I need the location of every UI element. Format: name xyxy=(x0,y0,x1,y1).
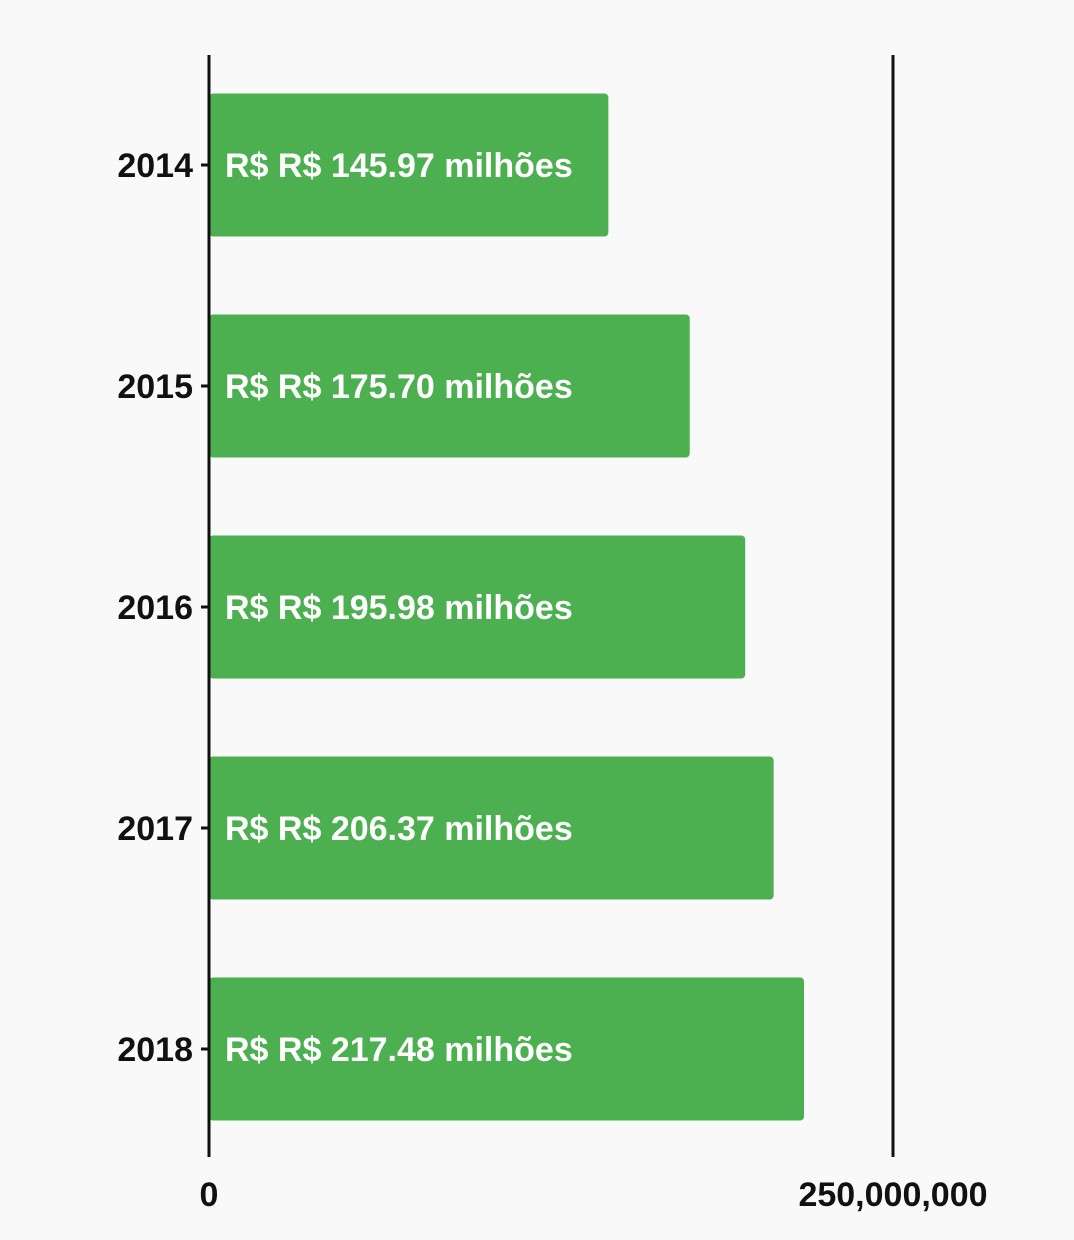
bars: R$ R$ 145.97 milhões R$ R$ 175.70 milhões… xyxy=(209,93,805,1121)
category-label-2014: 2014 xyxy=(117,147,193,185)
category-label-2017: 2017 xyxy=(117,810,193,848)
x-axis-ticks: 0 250,000,000 xyxy=(200,1176,988,1214)
bar-value-label: R$ R$ 217.48 milhões xyxy=(225,1031,573,1069)
category-label-2015: 2015 xyxy=(117,368,193,406)
bar-value-label: R$ R$ 195.98 milhões xyxy=(225,589,573,627)
bar-value-label: R$ R$ 206.37 milhões xyxy=(225,810,573,848)
category-label-2016: 2016 xyxy=(117,589,193,627)
bar-chart: R$ R$ 145.97 milhões R$ R$ 175.70 milhões… xyxy=(117,55,988,1214)
category-label-2018: 2018 xyxy=(117,1031,193,1069)
y-axis-ticks: 2014 2015 2016 2017 2018 xyxy=(117,147,209,1069)
bar-value-label: R$ R$ 175.70 milhões xyxy=(225,368,573,406)
x-tick-label: 0 xyxy=(200,1176,219,1214)
x-tick-label: 250,000,000 xyxy=(798,1176,987,1214)
bar-value-label: R$ R$ 145.97 milhões xyxy=(225,147,573,185)
